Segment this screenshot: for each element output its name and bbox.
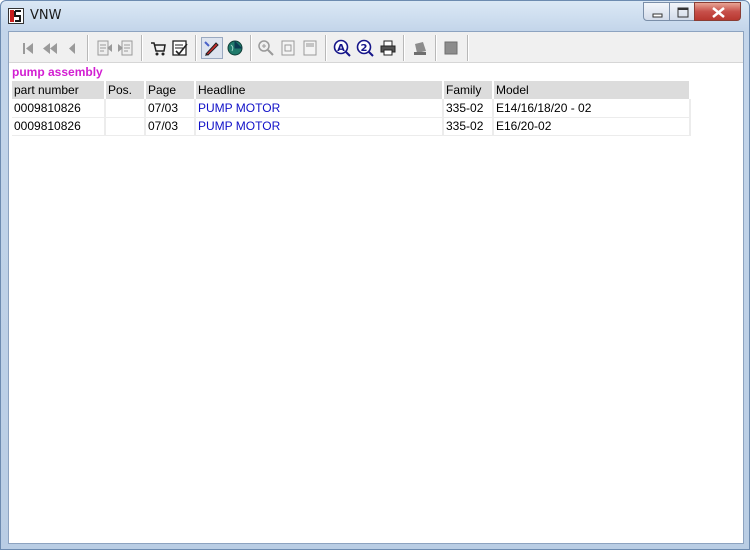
table-row[interactable]: 0009810826 07/03 PUMP MOTOR 335-02 E16/2… — [12, 117, 691, 136]
square-icon — [444, 41, 458, 55]
search-a-icon: A — [333, 39, 351, 57]
back-document-button[interactable] — [93, 37, 115, 59]
globe-button[interactable] — [224, 37, 246, 59]
cell-pos[interactable] — [105, 117, 146, 136]
column-header-family[interactable]: Family — [443, 81, 494, 99]
checklist-button[interactable] — [169, 37, 191, 59]
back-document-icon — [97, 40, 112, 56]
cell-model[interactable]: E14/16/18/20 - 02 — [493, 99, 691, 118]
previous-page-button[interactable] — [39, 37, 61, 59]
cell-headline-link[interactable]: PUMP MOTOR — [195, 117, 444, 136]
toolbar-separator — [250, 35, 252, 61]
maximize-button[interactable] — [669, 2, 695, 21]
cell-headline-link[interactable]: PUMP MOTOR — [195, 99, 444, 118]
window-title: VNW — [30, 8, 62, 23]
cell-model[interactable]: E16/20-02 — [493, 117, 691, 136]
minimize-button[interactable] — [643, 2, 670, 21]
cart-icon — [151, 42, 166, 56]
maximize-icon — [677, 7, 689, 18]
cell-part-number[interactable]: 0009810826 — [12, 99, 106, 118]
previous-record-button[interactable] — [61, 37, 83, 59]
search-2-icon: 2 — [356, 39, 374, 57]
cell-pos[interactable] — [105, 99, 146, 118]
checklist-icon — [172, 40, 188, 56]
title-bar[interactable]: VNW — [1, 1, 749, 31]
table-row[interactable]: 0009810826 07/03 PUMP MOTOR 335-02 E14/1… — [12, 99, 691, 118]
cart-button[interactable] — [147, 37, 169, 59]
cell-page[interactable]: 07/03 — [145, 99, 196, 118]
toolbar-separator — [325, 35, 327, 61]
column-header-headline[interactable]: Headline — [195, 81, 444, 99]
forward-document-icon — [118, 40, 133, 56]
toolbar-separator — [403, 35, 405, 61]
search-a-button[interactable]: A — [331, 37, 353, 59]
column-header-pos[interactable]: Pos. — [105, 81, 146, 99]
client-area: A 2 pump assembly part number Pos. Page … — [8, 31, 744, 544]
table-header-row: part number Pos. Page Headline Family Mo… — [12, 81, 691, 99]
globe-icon — [227, 40, 243, 56]
first-record-icon — [23, 43, 33, 54]
zoom-in-icon — [258, 40, 274, 56]
svg-text:A: A — [337, 43, 345, 54]
toolbar-separator — [141, 35, 143, 61]
previous-page-icon — [43, 43, 57, 54]
highlight-pen-icon — [204, 41, 219, 56]
section-title: pump assembly — [12, 65, 103, 79]
highlight-pen-button[interactable] — [201, 37, 223, 59]
print-button[interactable] — [377, 37, 399, 59]
close-button[interactable] — [694, 2, 741, 21]
toolbar-separator — [467, 35, 469, 61]
application-window: VNW A 2 pump assembly part number Pos. P… — [0, 0, 750, 550]
first-record-button[interactable] — [17, 37, 39, 59]
page-alt-button[interactable] — [299, 37, 321, 59]
vnw-app-icon[interactable] — [8, 8, 24, 24]
page-icon — [281, 40, 295, 56]
forward-document-button[interactable] — [115, 37, 137, 59]
close-icon — [712, 7, 725, 18]
zoom-in-button[interactable] — [255, 37, 277, 59]
cell-family[interactable]: 335-02 — [443, 117, 494, 136]
page-alt-icon — [303, 40, 317, 56]
column-header-page[interactable]: Page — [145, 81, 196, 99]
minimize-icon — [652, 13, 663, 18]
column-header-model[interactable]: Model — [493, 81, 691, 99]
page-button[interactable] — [277, 37, 299, 59]
toolbar: A 2 — [9, 32, 743, 63]
column-header-part-number[interactable]: part number — [12, 81, 106, 99]
stamp-button[interactable] — [409, 37, 431, 59]
toolbar-separator — [87, 35, 89, 61]
svg-text:2: 2 — [361, 43, 368, 54]
toolbar-separator — [435, 35, 437, 61]
cell-family[interactable]: 335-02 — [443, 99, 494, 118]
square-button[interactable] — [440, 37, 462, 59]
print-icon — [380, 40, 396, 56]
toolbar-separator — [195, 35, 197, 61]
search-2-button[interactable]: 2 — [354, 37, 376, 59]
cell-page[interactable]: 07/03 — [145, 117, 196, 136]
parts-table: part number Pos. Page Headline Family Mo… — [12, 81, 691, 136]
cell-part-number[interactable]: 0009810826 — [12, 117, 106, 136]
previous-record-icon — [69, 43, 75, 54]
stamp-icon — [414, 42, 426, 55]
